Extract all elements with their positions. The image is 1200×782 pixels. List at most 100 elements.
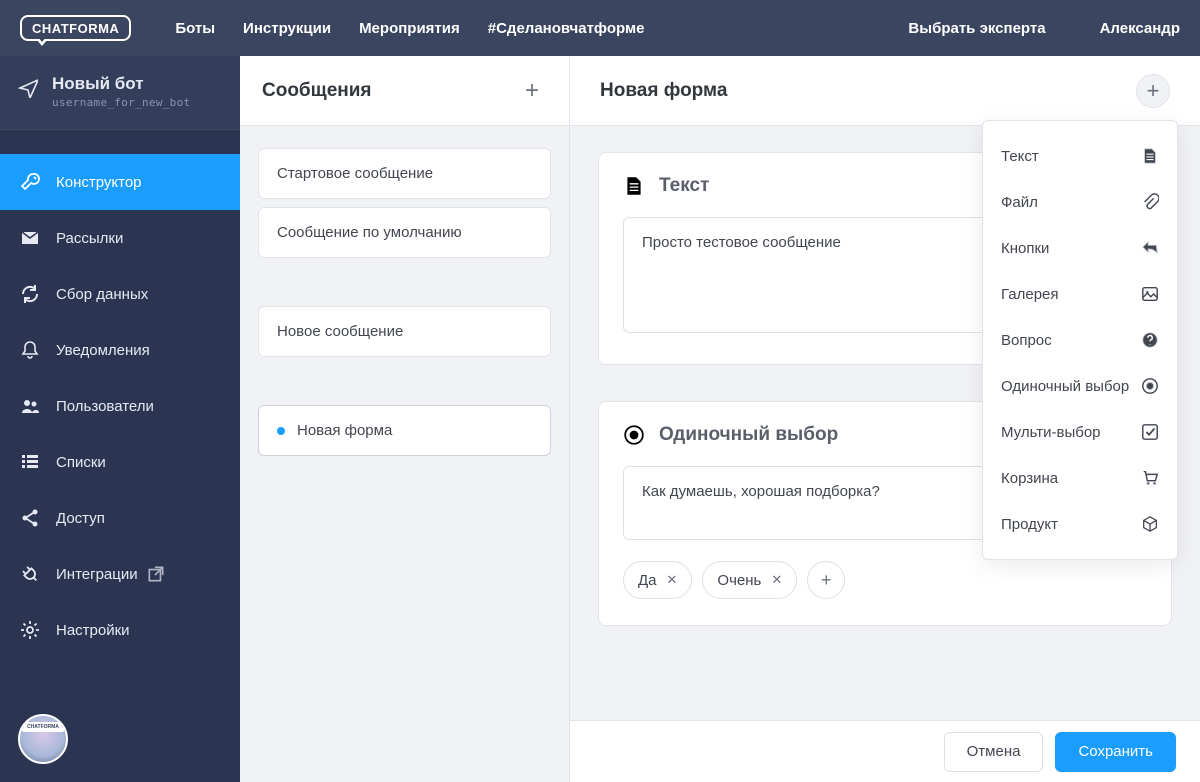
sidebar-users[interactable]: Пользователи: [0, 378, 240, 434]
menu-label: Корзина: [1001, 470, 1058, 487]
sidebar-settings[interactable]: Настройки: [0, 602, 240, 658]
menu-item-multi[interactable]: Мульти-выбор: [983, 409, 1177, 455]
sidebar: Новый бот username_for_new_bot Конструкт…: [0, 56, 240, 782]
image-icon: [1141, 285, 1159, 303]
menu-label: Кнопки: [1001, 240, 1049, 257]
message-label: Стартовое сообщение: [277, 165, 433, 182]
help-icon: [1141, 331, 1159, 349]
options-row: Да ✕ Очень ✕ +: [623, 561, 1147, 599]
sidebar-data[interactable]: Сбор данных: [0, 266, 240, 322]
messages-header: Сообщения +: [240, 56, 569, 126]
message-card-start[interactable]: Стартовое сообщение: [258, 148, 551, 199]
sidebar-label: Рассылки: [56, 230, 123, 247]
clip-icon: [1141, 193, 1159, 211]
menu-label: Мульти-выбор: [1001, 424, 1101, 441]
avatar[interactable]: CHATFORMA: [18, 714, 68, 764]
message-label: Сообщение по умолчанию: [277, 224, 462, 241]
nav-links: Боты Инструкции Мероприятия #Сделановчат…: [175, 20, 644, 37]
doc-icon: [623, 175, 645, 197]
save-button[interactable]: Сохранить: [1055, 732, 1176, 772]
plug-icon: [20, 564, 40, 584]
menu-label: Галерея: [1001, 286, 1059, 303]
menu-item-cart[interactable]: Корзина: [983, 455, 1177, 501]
remove-icon[interactable]: ✕: [771, 572, 782, 588]
block-title: Одиночный выбор: [659, 424, 838, 446]
sidebar-broadcasts[interactable]: Рассылки: [0, 210, 240, 266]
message-card-default[interactable]: Сообщение по умолчанию: [258, 207, 551, 258]
nav-expert[interactable]: Выбрать эксперта: [908, 20, 1045, 37]
sidebar-nav: Конструктор Рассылки Сбор данных Уведомл…: [0, 130, 240, 682]
sidebar-notifications[interactable]: Уведомления: [0, 322, 240, 378]
sidebar-label: Уведомления: [56, 342, 150, 359]
box-icon: [1141, 515, 1159, 533]
form-header: Новая форма +: [570, 56, 1200, 126]
cart-icon: [1141, 469, 1159, 487]
external-icon: [146, 564, 166, 584]
add-message-button[interactable]: +: [517, 76, 547, 106]
menu-item-product[interactable]: Продукт: [983, 501, 1177, 547]
logo-text: CHATFORMA: [32, 21, 119, 36]
sidebar-label: Интеграции: [56, 566, 138, 583]
sidebar-label: Сбор данных: [56, 286, 148, 303]
message-label: Новое сообщение: [277, 323, 403, 340]
sidebar-label: Настройки: [56, 622, 130, 639]
chip-label: Очень: [717, 572, 761, 589]
doc-icon: [1141, 147, 1159, 165]
nav-events[interactable]: Мероприятия: [359, 20, 460, 37]
footer: Отмена Сохранить: [570, 720, 1200, 782]
message-label: Новая форма: [297, 422, 392, 439]
sidebar-label: Пользователи: [56, 398, 154, 415]
messages-title: Сообщения: [262, 80, 372, 102]
menu-item-file[interactable]: Файл: [983, 179, 1177, 225]
bell-icon: [20, 340, 40, 360]
menu-item-text[interactable]: Текст: [983, 133, 1177, 179]
mail-icon: [20, 228, 40, 248]
logo[interactable]: CHATFORMA: [20, 15, 131, 41]
menu-item-single[interactable]: Одиночный выбор: [983, 363, 1177, 409]
nav-instructions[interactable]: Инструкции: [243, 20, 331, 37]
sidebar-lists[interactable]: Списки: [0, 434, 240, 490]
form-title: Новая форма: [600, 80, 727, 102]
menu-label: Одиночный выбор: [1001, 378, 1129, 395]
menu-label: Вопрос: [1001, 332, 1052, 349]
add-block-button[interactable]: +: [1136, 74, 1170, 108]
menu-item-buttons[interactable]: Кнопки: [983, 225, 1177, 271]
menu-label: Продукт: [1001, 516, 1058, 533]
nav-hashtag[interactable]: #Сделановчатформе: [488, 20, 645, 37]
remove-icon[interactable]: ✕: [667, 572, 678, 588]
bot-header[interactable]: Новый бот username_for_new_bot: [0, 56, 240, 130]
option-chip[interactable]: Да ✕: [623, 561, 692, 599]
button-label: Отмена: [967, 743, 1021, 760]
check-icon: [1141, 423, 1159, 441]
sidebar-constructor[interactable]: Конструктор: [0, 154, 240, 210]
button-label: Сохранить: [1078, 743, 1153, 760]
avatar-banner: CHATFORMA: [22, 722, 64, 732]
bot-username: username_for_new_bot: [52, 96, 190, 109]
menu-item-question[interactable]: Вопрос: [983, 317, 1177, 363]
list-icon: [20, 452, 40, 472]
nav-bots[interactable]: Боты: [175, 20, 215, 37]
menu-label: Файл: [1001, 194, 1038, 211]
option-chip[interactable]: Очень ✕: [702, 561, 797, 599]
menu-item-gallery[interactable]: Галерея: [983, 271, 1177, 317]
sidebar-integrations[interactable]: Интеграции: [0, 546, 240, 602]
nav-user[interactable]: Александр: [1100, 20, 1180, 37]
cancel-button[interactable]: Отмена: [944, 732, 1044, 772]
add-option-button[interactable]: +: [807, 561, 845, 599]
messages-list: Стартовое сообщение Сообщение по умолчан…: [240, 126, 569, 478]
radio-icon: [1141, 377, 1159, 395]
message-card-new[interactable]: Новое сообщение: [258, 306, 551, 357]
block-title: Текст: [659, 175, 709, 197]
refresh-icon: [20, 284, 40, 304]
share-icon: [20, 508, 40, 528]
wrench-icon: [20, 172, 40, 192]
bot-title: Новый бот: [52, 74, 190, 94]
top-nav: CHATFORMA Боты Инструкции Мероприятия #С…: [0, 0, 1200, 56]
sidebar-label: Доступ: [56, 510, 105, 527]
sidebar-access[interactable]: Доступ: [0, 490, 240, 546]
add-block-menu: Текст Файл Кнопки Галерея Вопрос Одиночн…: [982, 120, 1178, 560]
message-card-form[interactable]: Новая форма: [258, 405, 551, 456]
reply-icon: [1141, 239, 1159, 257]
selected-dot-icon: [277, 427, 285, 435]
gear-icon: [20, 620, 40, 640]
